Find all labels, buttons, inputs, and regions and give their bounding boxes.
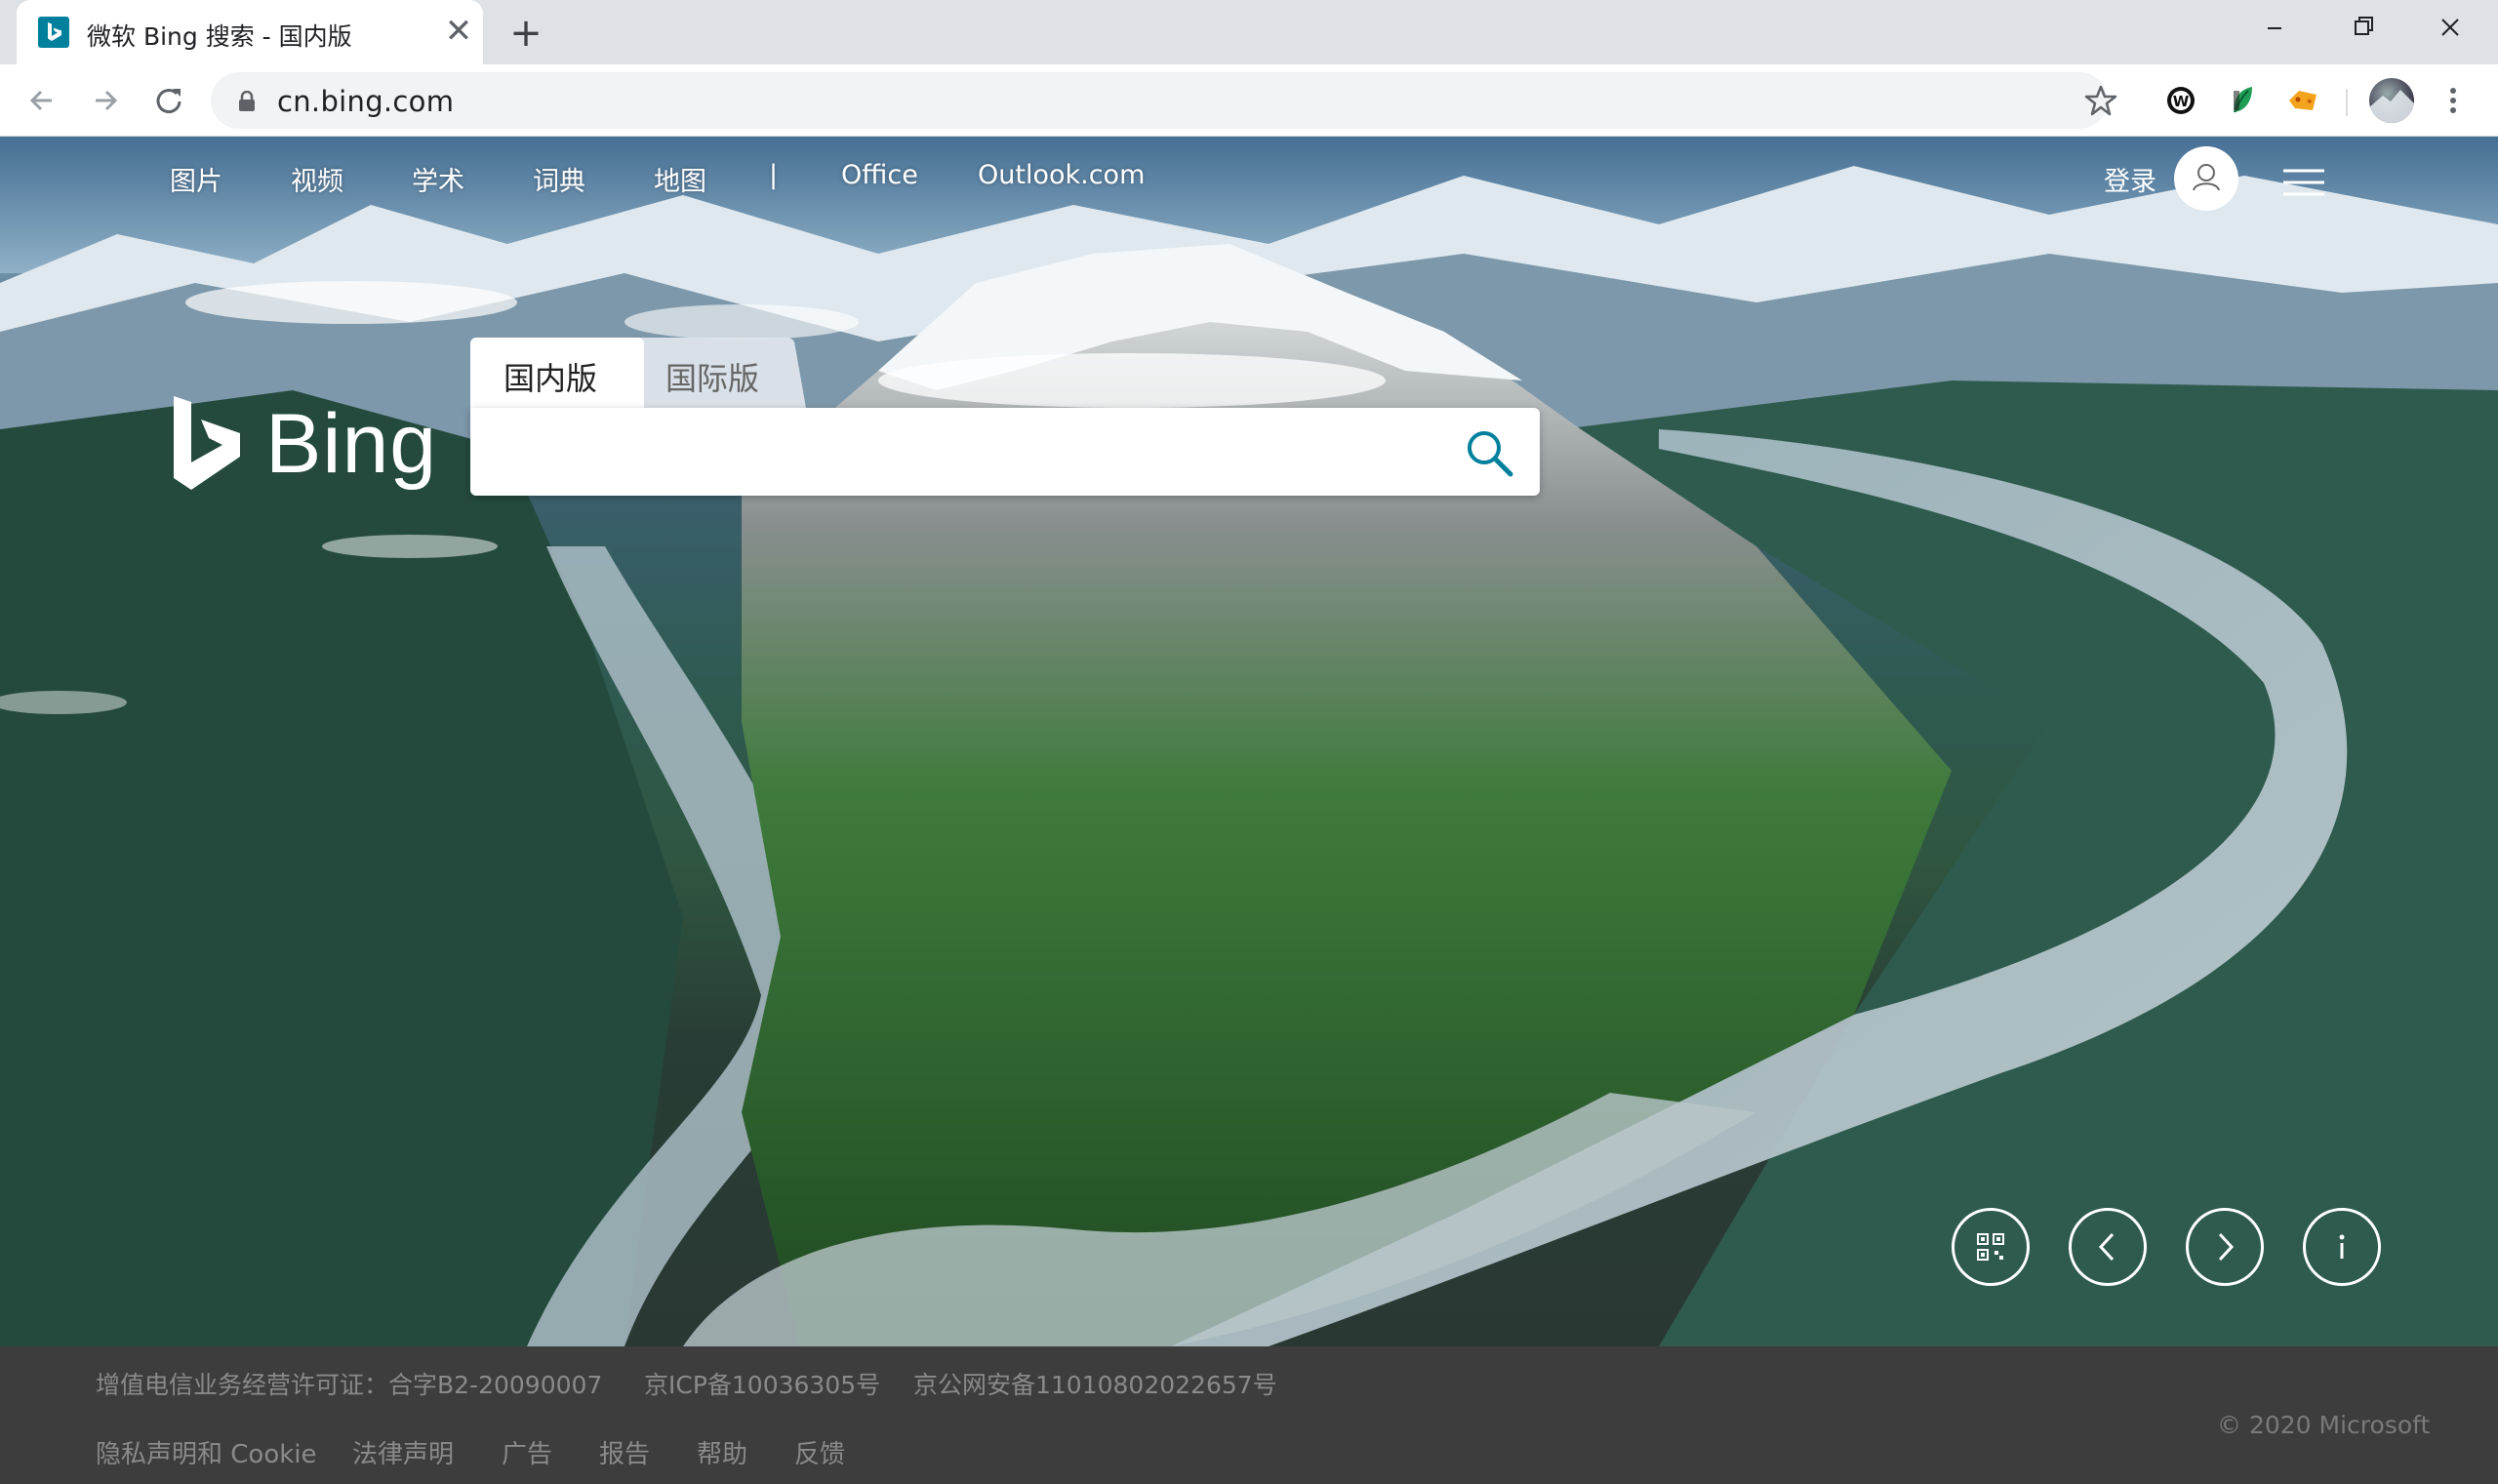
search-input[interactable] <box>490 421 1446 482</box>
footer-report-link[interactable]: 报告 <box>599 1434 650 1470</box>
previous-image-icon[interactable] <box>2069 1208 2147 1286</box>
user-avatar-icon[interactable] <box>2174 146 2238 211</box>
login-link[interactable]: 登录 <box>2104 160 2156 198</box>
svg-text:W: W <box>2173 93 2190 110</box>
footer-legal-link[interactable]: 法律声明 <box>352 1434 454 1470</box>
info-icon[interactable] <box>2303 1208 2381 1286</box>
search-box <box>470 408 1540 496</box>
close-window-icon[interactable] <box>2406 0 2494 57</box>
tab-domestic-label: 国内版 <box>504 360 598 397</box>
footer-help-link[interactable]: 帮助 <box>697 1434 747 1470</box>
nav-outlook-link[interactable]: Outlook.com <box>978 160 1145 190</box>
bing-favicon-icon <box>38 17 69 48</box>
reload-icon[interactable] <box>146 78 191 123</box>
nav-office-link[interactable]: Office <box>841 160 918 190</box>
nav-academic-link[interactable]: 学术 <box>412 160 464 198</box>
bookmark-star-icon[interactable] <box>2078 78 2123 123</box>
back-arrow-icon[interactable] <box>20 78 64 123</box>
page-footer: 增值电信业务经营许可证：合字B2-20090007 京ICP备10036305号… <box>0 1346 2498 1484</box>
nav-maps-link[interactable]: 地图 <box>654 160 706 198</box>
more-vertical-icon[interactable] <box>2434 78 2473 123</box>
nav-dictionary-link[interactable]: 词典 <box>533 160 585 198</box>
next-image-icon[interactable] <box>2186 1208 2264 1286</box>
profile-avatar[interactable] <box>2369 78 2414 123</box>
browser-tab-active[interactable]: 微软 Bing 搜索 - 国内版 ✕ <box>17 0 483 64</box>
nav-videos-link[interactable]: 视频 <box>291 160 343 198</box>
browser-toolbar: cn.bing.com W ✶ <box>0 64 2498 137</box>
restore-icon[interactable] <box>2318 0 2406 57</box>
footer-police-link[interactable]: 京公网安备11010802022657号 <box>913 1366 1277 1401</box>
landscape-image <box>0 137 2498 1346</box>
bing-logo-text: Bing <box>265 397 438 491</box>
tab-international-label[interactable]: 国际版 <box>665 354 759 399</box>
new-tab-button[interactable]: + <box>504 12 548 57</box>
w-extension-icon[interactable]: W <box>2161 81 2200 120</box>
lock-icon[interactable] <box>238 90 256 112</box>
qr-code-icon[interactable] <box>1952 1208 2030 1286</box>
browser-tabstrip: 微软 Bing 搜索 - 国内版 ✕ + <box>0 0 2498 64</box>
footer-icp-link[interactable]: 京ICP备10036305号 <box>644 1366 880 1401</box>
search-icon[interactable] <box>1462 425 1516 480</box>
svg-text:✶: ✶ <box>2306 98 2314 107</box>
url-text[interactable]: cn.bing.com <box>277 85 454 118</box>
tag-extension-icon[interactable]: ✶ <box>2283 81 2322 120</box>
nav-divider: | <box>769 160 779 190</box>
tab-domestic[interactable]: 国内版 <box>470 338 644 408</box>
nav-images-link[interactable]: 图片 <box>170 160 222 198</box>
leaf-extension-icon[interactable] <box>2223 81 2262 120</box>
footer-privacy-link[interactable]: 隐私声明和 Cookie <box>96 1434 317 1470</box>
toolbar-separator <box>2346 89 2348 116</box>
tab-close-icon[interactable]: ✕ <box>442 15 475 49</box>
address-bar[interactable]: cn.bing.com <box>211 72 2117 129</box>
footer-license-text: 增值电信业务经营许可证：合字B2-20090007 <box>96 1371 603 1399</box>
bing-hero-background: 图片 视频 学术 词典 地图 | Office Outlook.com 登录 B… <box>0 137 2498 1346</box>
minimize-icon[interactable] <box>2231 0 2318 57</box>
footer-feedback-link[interactable]: 反馈 <box>794 1434 845 1470</box>
copyright-text: © 2020 Microsoft <box>2217 1411 2431 1439</box>
footer-ads-link[interactable]: 广告 <box>502 1434 552 1470</box>
tab-title: 微软 Bing 搜索 - 国内版 <box>87 22 352 51</box>
hamburger-menu-icon[interactable] <box>2283 168 2324 197</box>
forward-arrow-icon[interactable] <box>83 78 128 123</box>
